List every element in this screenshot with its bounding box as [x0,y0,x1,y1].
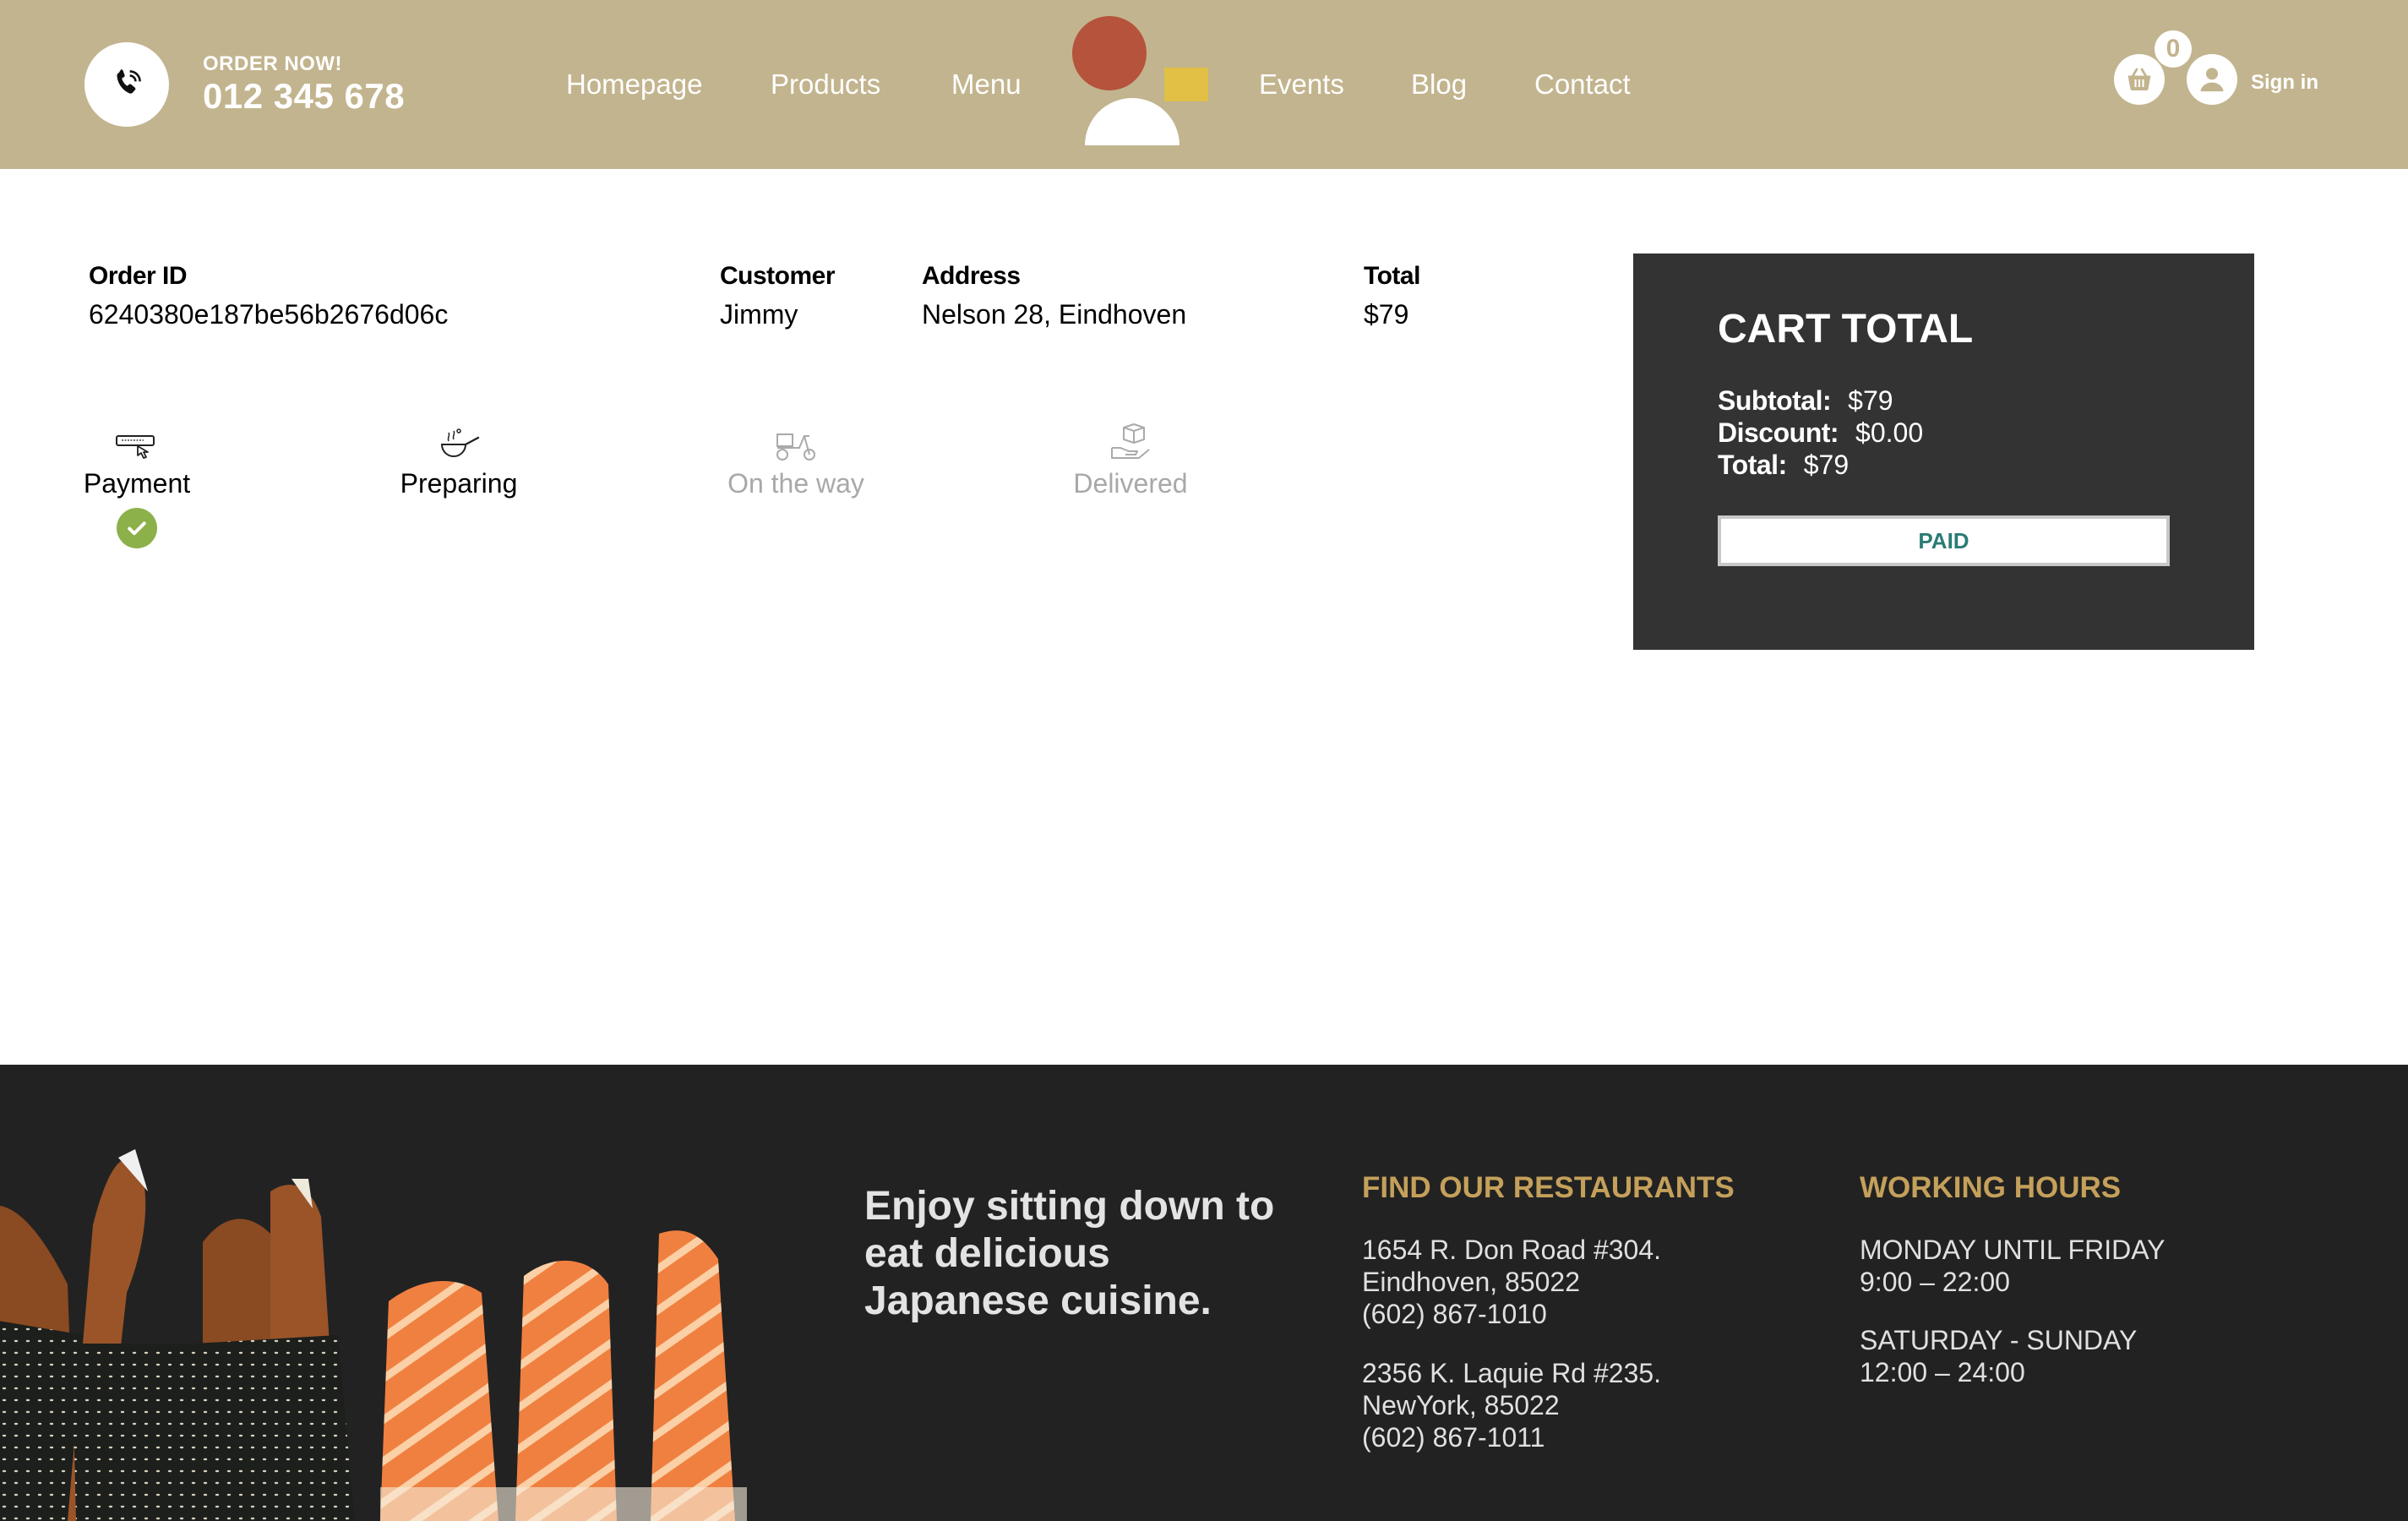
total-label: Total [1364,262,1420,290]
sushi-image [0,1149,747,1521]
cooking-pan-icon [440,428,480,457]
payment-icon [116,435,155,459]
total-value: $79 [1364,299,1409,330]
order-now-label: ORDER NOW! [203,52,342,75]
subtotal-value: $79 [1848,385,1893,416]
discount-label: Discount: [1718,417,1839,448]
status-step-payment: Payment [61,422,213,499]
site-logo[interactable] [1071,15,1210,150]
basket-icon [2127,68,2151,91]
discount-row: Discount: $0.00 [1718,417,1923,449]
order-id-value: 6240380e187be56b2676d06c [89,299,449,330]
order-id-label: Order ID [89,262,188,290]
user-icon [2200,68,2224,92]
cart-total-label: Total: [1718,450,1787,480]
cart-total-panel: CART TOTAL Subtotal: $79 Discount: $0.00 T… [1633,254,2254,650]
customer-label: Customer [720,262,836,290]
package-icon [1111,423,1150,459]
sign-in-link[interactable]: Sign in [2251,71,2318,95]
restaurant-2-city: NewYork, 85022 [1362,1390,1560,1420]
nav-homepage[interactable]: Homepage [566,68,702,101]
paid-button[interactable]: PAID [1718,515,2170,566]
restaurant-2-street: 2356 K. Laquie Rd #235. [1362,1358,1662,1388]
status-step-preparing: Preparing [374,422,543,499]
status-label-payment: Payment [83,468,191,499]
subtotal-label: Subtotal: [1718,385,1832,416]
subtotal-row: Subtotal: $79 [1718,385,1893,417]
customer-value: Jimmy [720,299,798,330]
working-hours-heading: WORKING HOURS [1860,1171,2122,1204]
phone-button[interactable] [84,42,169,127]
hours-weekdays: MONDAY UNTIL FRIDAY 9:00 – 22:00 [1860,1234,2166,1298]
account-button[interactable] [2187,54,2237,105]
nav-events[interactable]: Events [1259,68,1344,101]
cart-total-row: Total: $79 [1718,450,1849,481]
hours-weekdays-days: MONDAY UNTIL FRIDAY [1860,1235,2166,1265]
restaurant-1-city: Eindhoven, 85022 [1362,1267,1580,1297]
hours-weekend-days: SATURDAY - SUNDAY [1860,1325,2138,1355]
cart-total-value: $79 [1803,450,1850,480]
cart-button[interactable] [2114,54,2165,105]
cart-count-badge: 0 [2155,30,2192,68]
status-label-delivered: Delivered [1073,468,1188,499]
restaurant-1-street: 1654 R. Don Road #304. [1362,1235,1662,1265]
restaurant-address-1: 1654 R. Don Road #304. Eindhoven, 85022 … [1362,1234,1661,1330]
order-phone-number[interactable]: 012 345 678 [203,76,405,117]
status-label-on-the-way: On the way [727,468,864,499]
restaurant-address-2: 2356 K. Laquie Rd #235. NewYork, 85022 (… [1362,1357,1661,1453]
restaurants-heading: FIND OUR RESTAURANTS [1362,1171,1735,1204]
footer-slogan: Enjoy sitting down to eat delicious Japa… [864,1184,1275,1323]
status-label-preparing: Preparing [400,468,518,499]
nav-blog[interactable]: Blog [1411,68,1467,101]
restaurant-2-phone[interactable]: (602) 867-1011 [1362,1421,1661,1453]
nav-menu[interactable]: Menu [951,68,1021,101]
nav-contact[interactable]: Contact [1534,68,1631,101]
status-step-on-the-way: On the way [711,422,880,499]
cart-total-title: CART TOTAL [1718,307,1974,352]
restaurant-1-phone[interactable]: (602) 867-1010 [1362,1298,1661,1330]
hours-weekdays-time: 9:00 – 22:00 [1860,1267,2010,1297]
discount-value: $0.00 [1855,417,1924,448]
phone-icon [117,69,141,94]
address-label: Address [922,262,1021,290]
status-step-delivered: Delivered [1046,422,1215,499]
hours-weekend: SATURDAY - SUNDAY 12:00 – 24:00 [1860,1324,2137,1388]
site-header: ORDER NOW! 012 345 678 Homepage Products… [0,0,2408,169]
address-value: Nelson 28, Eindhoven [922,299,1187,330]
hours-weekend-time: 12:00 – 24:00 [1860,1357,2025,1387]
site-footer: Enjoy sitting down to eat delicious Japa… [0,1065,2408,1521]
checkmark-icon [117,508,157,548]
scooter-icon [776,433,815,461]
nav-products[interactable]: Products [771,68,880,101]
